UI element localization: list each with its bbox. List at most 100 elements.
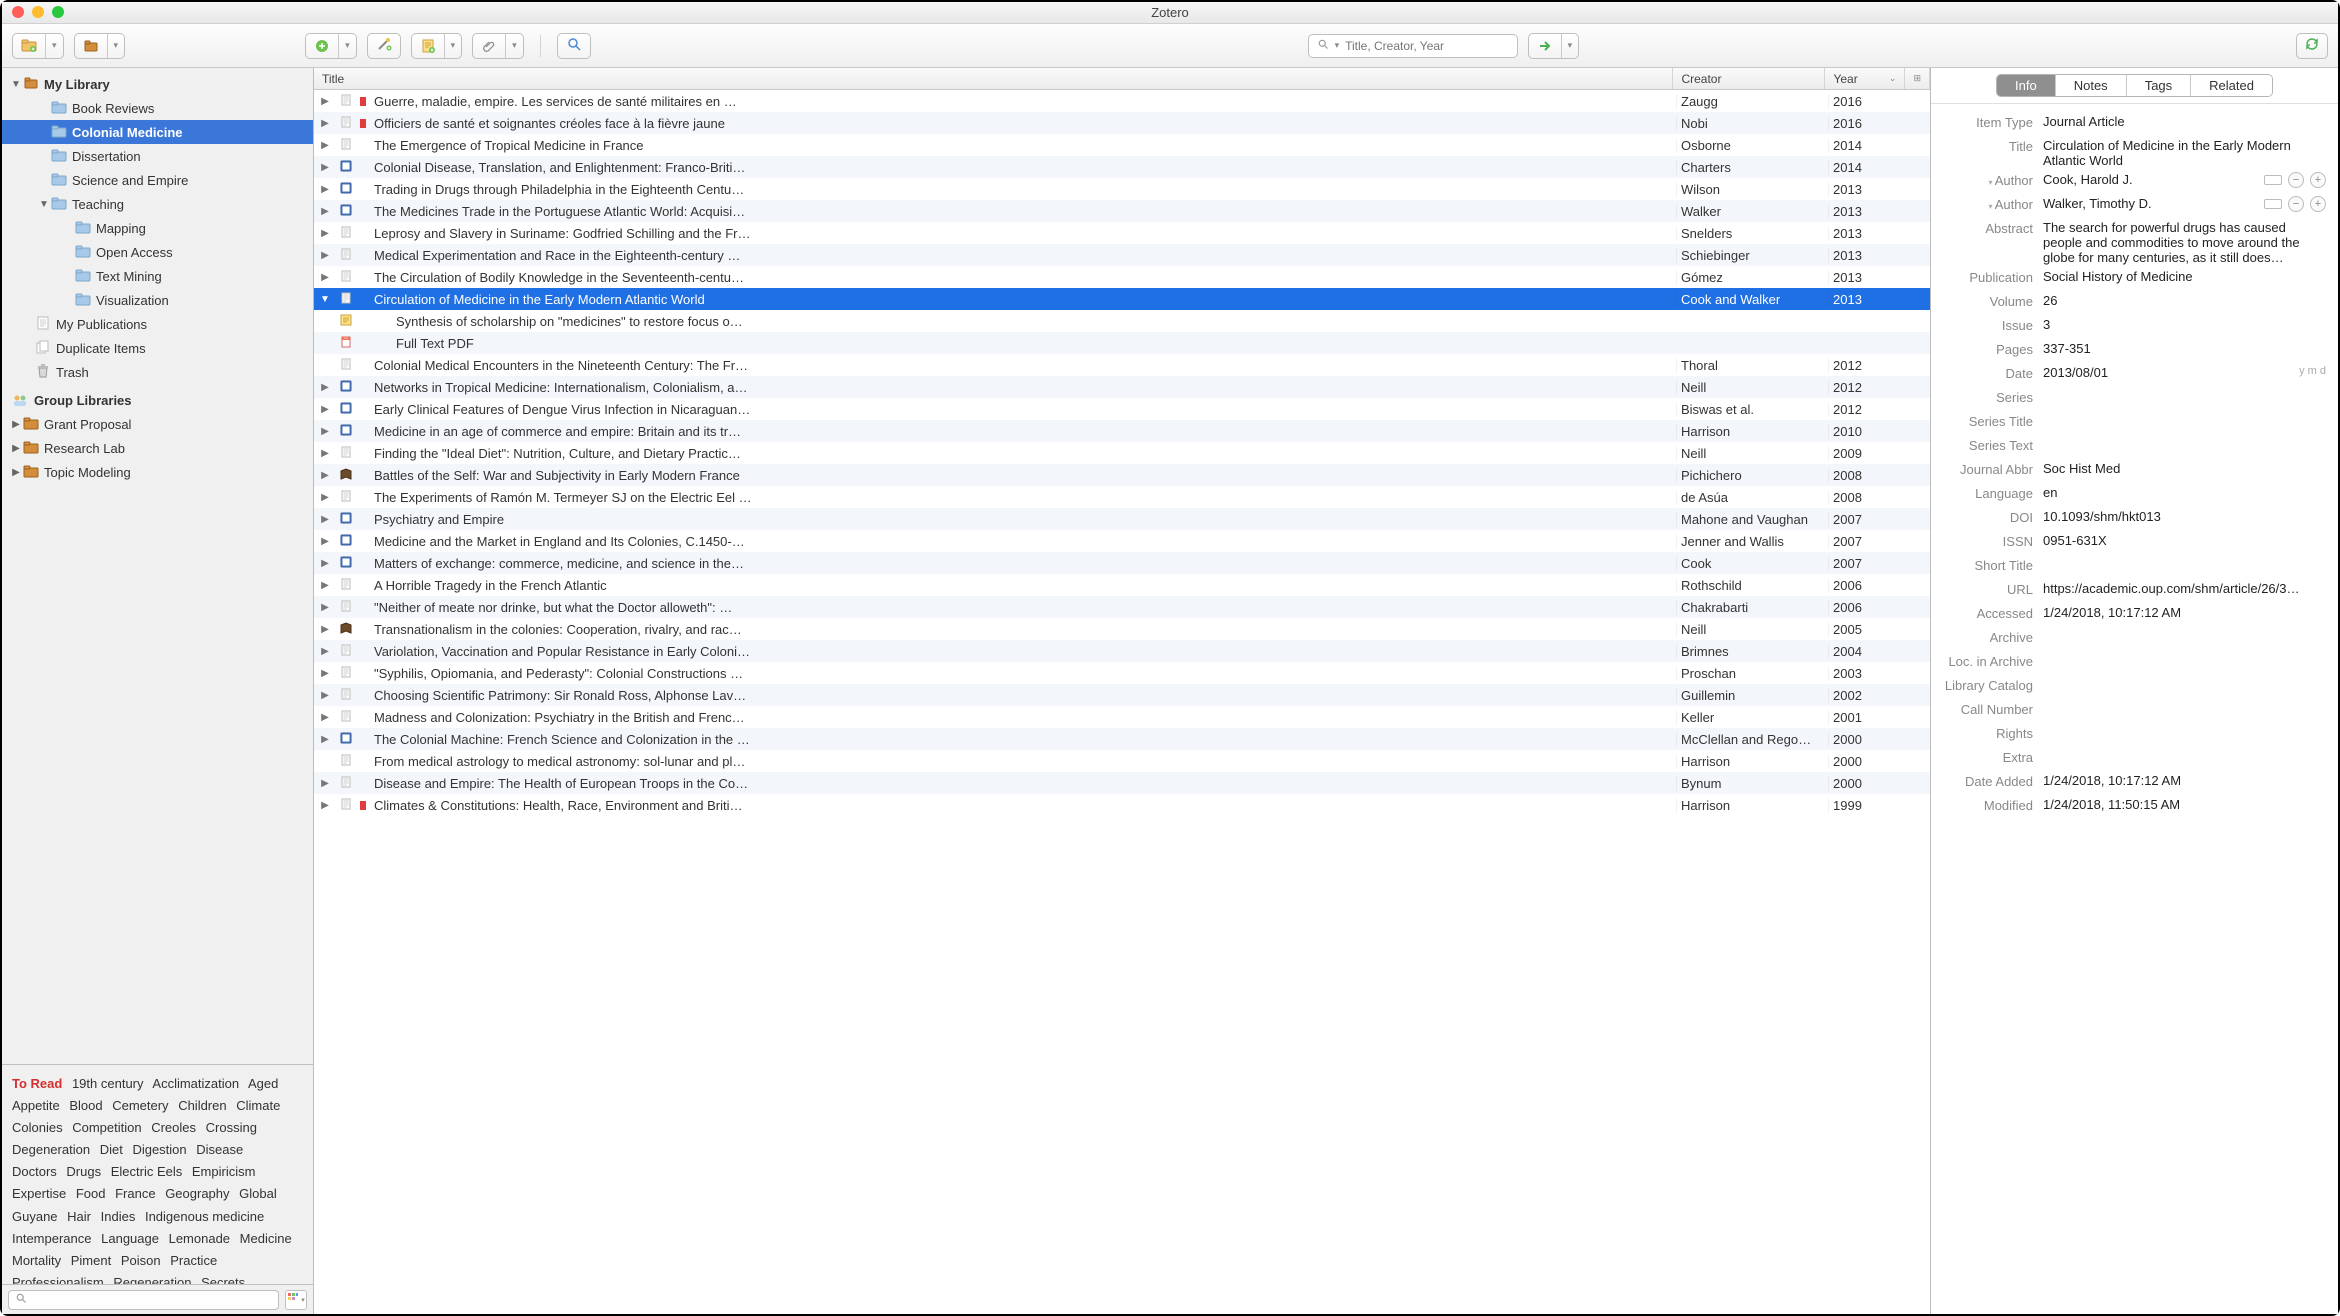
item-row[interactable]: ▶"Neither of meate nor drinke, but what … — [314, 596, 1930, 618]
tag[interactable]: Climate — [236, 1098, 280, 1113]
item-row[interactable]: ▶"Syphilis, Opiomania, and Pederasty": C… — [314, 662, 1930, 684]
item-row[interactable]: Colonial Medical Encounters in the Ninet… — [314, 354, 1930, 376]
tag[interactable]: Poison — [121, 1253, 161, 1268]
date-value[interactable]: 2013/08/01 — [2043, 365, 2293, 380]
tag[interactable]: Competition — [72, 1120, 141, 1135]
disclosure-icon[interactable]: ▶ — [314, 426, 336, 437]
sidebar-group-item[interactable]: ▶Research Lab — [2, 436, 313, 460]
item-row[interactable]: ▶Medical Experimentation and Race in the… — [314, 244, 1930, 266]
disclosure-icon[interactable]: ▶ — [314, 580, 336, 591]
tag[interactable]: To Read — [12, 1076, 62, 1091]
disclosure-icon[interactable]: ▶ — [314, 734, 336, 745]
disclosure-icon[interactable]: ▶ — [314, 624, 336, 635]
magic-wand-button[interactable] — [367, 33, 401, 59]
item-row[interactable]: From medical astrology to medical astron… — [314, 750, 1930, 772]
item-type-value[interactable]: Journal Article — [2043, 114, 2326, 129]
disclosure-icon[interactable]: ▶ — [314, 206, 336, 217]
tag[interactable]: Indigenous medicine — [145, 1209, 264, 1224]
url-value[interactable]: https://academic.oup.com/shm/article/26/… — [2043, 581, 2326, 596]
tag[interactable]: Blood — [69, 1098, 102, 1113]
tag[interactable]: Children — [178, 1098, 226, 1113]
sidebar-item[interactable]: Open Access — [2, 240, 313, 264]
disclosure-icon[interactable]: ▶ — [314, 448, 336, 459]
disclosure-icon[interactable]: ▶ — [314, 800, 336, 811]
author-toggle-button[interactable] — [2264, 175, 2282, 185]
pages-value[interactable]: 337-351 — [2043, 341, 2326, 356]
tag[interactable]: Guyane — [12, 1209, 58, 1224]
disclosure-icon[interactable]: ▶ — [10, 443, 22, 454]
close-window-button[interactable] — [12, 6, 24, 18]
item-row[interactable]: ▶Choosing Scientific Patrimony: Sir Rona… — [314, 684, 1930, 706]
tag[interactable]: Cemetery — [112, 1098, 168, 1113]
title-value[interactable]: Circulation of Medicine in the Early Mod… — [2043, 138, 2326, 168]
tag[interactable]: France — [115, 1186, 155, 1201]
sidebar-item[interactable]: Science and Empire — [2, 168, 313, 192]
tag[interactable]: Piment — [71, 1253, 111, 1268]
item-row[interactable]: ▶A Horrible Tragedy in the French Atlant… — [314, 574, 1930, 596]
disclosure-icon[interactable]: ▶ — [314, 184, 336, 195]
issn-value[interactable]: 0951-631X — [2043, 533, 2326, 548]
zoom-window-button[interactable] — [52, 6, 64, 18]
disclosure-icon[interactable]: ▶ — [314, 272, 336, 283]
quick-search-input[interactable] — [1345, 39, 1508, 53]
author-add-button[interactable]: + — [2310, 196, 2326, 212]
tag[interactable]: Drugs — [66, 1164, 101, 1179]
item-row[interactable]: ▶Leprosy and Slavery in Suriname: Godfri… — [314, 222, 1930, 244]
tag[interactable]: Food — [76, 1186, 106, 1201]
advanced-search-button[interactable] — [557, 33, 591, 59]
sidebar-item[interactable]: Duplicate Items — [2, 336, 313, 360]
disclosure-icon[interactable]: ▶ — [314, 96, 336, 107]
item-row[interactable]: ▶The Experiments of Ramón M. Termeyer SJ… — [314, 486, 1930, 508]
author-add-button[interactable]: + — [2310, 172, 2326, 188]
item-row[interactable]: ▶Madness and Colonization: Psychiatry in… — [314, 706, 1930, 728]
tag[interactable]: Creoles — [151, 1120, 196, 1135]
new-library-button[interactable]: ▾ — [74, 33, 126, 59]
my-library[interactable]: ▼ My Library — [2, 72, 313, 96]
tag[interactable]: Degeneration — [12, 1142, 90, 1157]
col-creator-header[interactable]: Creator — [1673, 68, 1825, 89]
tag[interactable]: Empiricism — [192, 1164, 256, 1179]
col-title-header[interactable]: Title — [314, 68, 1673, 89]
tag[interactable]: Hair — [67, 1209, 91, 1224]
item-row[interactable]: ▶Finding the "Ideal Diet": Nutrition, Cu… — [314, 442, 1930, 464]
tag[interactable]: Professionalism — [12, 1275, 104, 1284]
journal-abbr-value[interactable]: Soc Hist Med — [2043, 461, 2326, 476]
col-attach-header[interactable]: ⊞ — [1905, 68, 1930, 89]
tag[interactable]: Aged — [248, 1076, 278, 1091]
tag[interactable]: Disease — [196, 1142, 243, 1157]
sidebar-item[interactable]: Mapping — [2, 216, 313, 240]
disclosure-icon[interactable]: ▶ — [314, 382, 336, 393]
item-row[interactable]: ▶Psychiatry and EmpireMahone and Vaughan… — [314, 508, 1930, 530]
tab-notes[interactable]: Notes — [2056, 75, 2127, 96]
tag[interactable]: Diet — [100, 1142, 123, 1157]
disclosure-icon[interactable]: ▶ — [314, 690, 336, 701]
disclosure-icon[interactable]: ▶ — [10, 419, 22, 430]
publication-value[interactable]: Social History of Medicine — [2043, 269, 2326, 284]
item-row[interactable]: PDFFull Text PDF — [314, 332, 1930, 354]
sidebar-item[interactable]: Dissertation — [2, 144, 313, 168]
disclosure-icon[interactable]: ▶ — [314, 470, 336, 481]
item-row[interactable]: ▶The Medicines Trade in the Portuguese A… — [314, 200, 1930, 222]
tab-tags[interactable]: Tags — [2127, 75, 2191, 96]
tag[interactable]: Language — [101, 1231, 159, 1246]
disclosure-icon[interactable]: ▶ — [314, 492, 336, 503]
disclosure-icon[interactable]: ▶ — [314, 250, 336, 261]
new-note-button[interactable]: ▾ — [411, 33, 463, 59]
tab-related[interactable]: Related — [2191, 75, 2272, 96]
item-row[interactable]: ▶Early Clinical Features of Dengue Virus… — [314, 398, 1930, 420]
tag[interactable]: Mortality — [12, 1253, 61, 1268]
author-value[interactable]: Cook, Harold J. — [2043, 172, 2256, 187]
disclosure-icon[interactable]: ▶ — [314, 668, 336, 679]
field-label[interactable]: ▾ Author — [1943, 196, 2043, 212]
item-row[interactable]: ▶The Colonial Machine: French Science an… — [314, 728, 1930, 750]
item-row[interactable]: ▶Battles of the Self: War and Subjectivi… — [314, 464, 1930, 486]
disclosure-icon[interactable]: ▶ — [314, 404, 336, 415]
doi-value[interactable]: 10.1093/shm/hkt013 — [2043, 509, 2326, 524]
tag[interactable]: Appetite — [12, 1098, 60, 1113]
item-row[interactable]: ▶Medicine in an age of commerce and empi… — [314, 420, 1930, 442]
tag[interactable]: Practice — [170, 1253, 217, 1268]
tag[interactable]: Crossing — [206, 1120, 257, 1135]
tag[interactable]: Doctors — [12, 1164, 57, 1179]
tag[interactable]: Secrets — [201, 1275, 245, 1284]
disclosure-icon[interactable]: ▶ — [314, 118, 336, 129]
